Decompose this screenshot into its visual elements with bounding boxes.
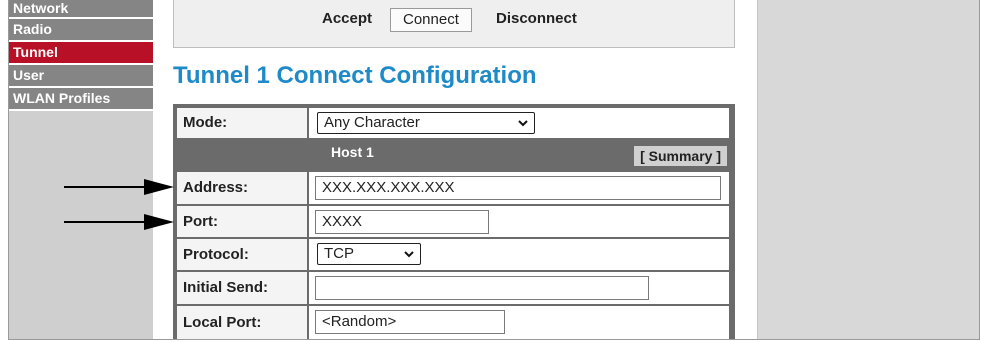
sidebar-item-network[interactable]: Network (9, 0, 153, 19)
port-row: Port: XXXX (177, 206, 729, 237)
local-port-cell: <Random> (309, 306, 729, 339)
protocol-cell: TCP (309, 239, 729, 270)
protocol-row: Protocol: TCP (177, 239, 729, 270)
mode-select-value: Any Character (324, 114, 420, 131)
local-port-row: Local Port: <Random> (177, 306, 729, 339)
connect-config-table: Mode: Any Character Host 1 [ Summary ] A… (173, 104, 735, 339)
address-row: Address: XXX.XXX.XXX.XXX (177, 172, 729, 204)
protocol-select[interactable]: TCP (317, 243, 421, 265)
host-title: Host 1 (331, 144, 374, 160)
port-label: Port: (177, 206, 307, 237)
mode-cell: Any Character (309, 108, 729, 138)
arrow-right-icon (64, 179, 174, 195)
host-header-row: Host 1 [ Summary ] (177, 138, 729, 168)
initial-send-cell (309, 272, 729, 304)
local-port-input[interactable]: <Random> (315, 310, 505, 334)
protocol-label: Protocol: (177, 239, 307, 270)
mode-row: Mode: Any Character (177, 108, 729, 138)
port-input[interactable]: XXXX (315, 210, 489, 234)
sidebar-item-wlan-profiles[interactable]: WLAN Profiles (9, 88, 153, 111)
port-cell: XXXX (309, 206, 729, 237)
disconnect-tab[interactable]: Disconnect (496, 8, 577, 32)
connection-action-bar: Accept Connect Disconnect (173, 0, 735, 48)
mode-label: Mode: (177, 108, 307, 138)
browser-frame: Network Radio Tunnel User WLAN Profiles … (8, 0, 980, 340)
protocol-select-value: TCP (324, 245, 354, 262)
chevron-down-icon (404, 251, 414, 258)
address-label: Address: (177, 172, 307, 204)
mode-select[interactable]: Any Character (317, 112, 535, 134)
arrow-right-icon (64, 214, 174, 230)
address-input[interactable]: XXX.XXX.XXX.XXX (315, 176, 721, 200)
sidebar-nav: Network Radio Tunnel User WLAN Profiles (9, 0, 153, 339)
sidebar-item-radio[interactable]: Radio (9, 19, 153, 42)
sidebar-item-tunnel[interactable]: Tunnel (9, 42, 153, 65)
sidebar-item-user[interactable]: User (9, 65, 153, 88)
initial-send-label: Initial Send: (177, 272, 307, 304)
initial-send-input[interactable] (315, 276, 649, 300)
local-port-label: Local Port: (177, 306, 307, 339)
right-pane (757, 0, 979, 339)
page-title: Tunnel 1 Connect Configuration (173, 62, 537, 89)
sidebar-gap (153, 0, 161, 339)
summary-link[interactable]: [ Summary ] (634, 146, 727, 166)
initial-send-row: Initial Send: (177, 272, 729, 304)
accept-tab[interactable]: Accept (322, 8, 372, 32)
chevron-down-icon (518, 120, 528, 127)
connect-tab[interactable]: Connect (390, 8, 472, 32)
address-cell: XXX.XXX.XXX.XXX (309, 172, 729, 204)
main-content: Accept Connect Disconnect Tunnel 1 Conne… (161, 0, 757, 339)
